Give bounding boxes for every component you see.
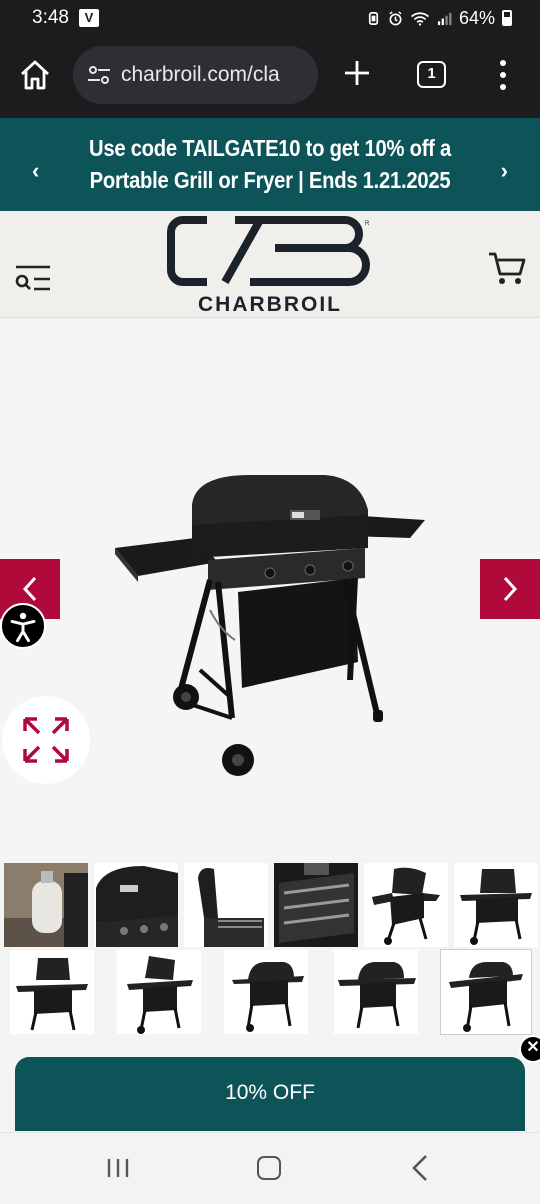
battery-percent: 64% bbox=[458, 7, 495, 28]
signal-icon bbox=[437, 12, 452, 25]
gallery-thumbnail[interactable] bbox=[364, 863, 448, 947]
menu-search-icon[interactable] bbox=[14, 262, 52, 294]
wifi-icon bbox=[410, 11, 429, 26]
gallery-thumbnail[interactable] bbox=[454, 863, 538, 947]
grill-open-angle-thumbnail bbox=[364, 863, 448, 947]
app-notification-icon: V bbox=[78, 9, 99, 27]
gallery-thumbnail[interactable] bbox=[334, 950, 418, 1034]
gallery-thumbnail[interactable] bbox=[10, 950, 94, 1034]
vibrate-icon bbox=[368, 11, 379, 25]
chevron-left-icon bbox=[22, 576, 37, 602]
promo-text: Use code TAILGATE10 to get 10% off a Por… bbox=[88, 135, 452, 193]
charbroil-logo[interactable]: R CHARBROIL bbox=[165, 215, 375, 315]
gallery-thumbnail-active[interactable] bbox=[440, 949, 532, 1035]
gallery-thumbnail[interactable] bbox=[224, 950, 308, 1034]
alarm-icon bbox=[389, 10, 402, 25]
browser-toolbar: charbroil.com/cla 1 bbox=[0, 36, 540, 118]
grill-open-lid-thumbnail bbox=[184, 863, 268, 947]
grill-front-open-thumbnail bbox=[454, 863, 538, 947]
url-text: charbroil.com/cla bbox=[121, 63, 280, 86]
status-bar: 3:48 V 64% bbox=[0, 0, 540, 36]
gallery-thumbnail[interactable] bbox=[117, 950, 201, 1034]
new-tab-icon[interactable] bbox=[342, 58, 372, 88]
promo-next-button[interactable]: › bbox=[501, 158, 508, 184]
accessibility-icon[interactable] bbox=[0, 603, 46, 649]
gallery-thumbnail[interactable] bbox=[184, 863, 268, 947]
status-indicators: 64% bbox=[366, 8, 512, 29]
battery-icon bbox=[502, 10, 512, 26]
promo-prev-button[interactable]: ‹ bbox=[32, 158, 39, 184]
tab-switcher-button[interactable]: 1 bbox=[417, 61, 446, 88]
chevron-right-icon bbox=[503, 576, 518, 602]
grill-closeup-thumbnail bbox=[94, 863, 178, 947]
recent-apps-icon[interactable] bbox=[106, 1157, 130, 1179]
discount-popup-button[interactable]: 10% OFF bbox=[15, 1057, 525, 1131]
address-bar[interactable]: charbroil.com/cla bbox=[73, 46, 318, 104]
status-time: 3:48 bbox=[32, 7, 69, 28]
home-button[interactable] bbox=[257, 1156, 281, 1180]
cart-icon[interactable] bbox=[487, 250, 527, 286]
gallery-thumbnail[interactable] bbox=[274, 863, 358, 947]
grill-closed-thumbnail bbox=[224, 950, 308, 1034]
logo-wordmark: CHARBROIL bbox=[198, 293, 342, 315]
site-settings-icon[interactable] bbox=[87, 65, 111, 85]
back-icon[interactable] bbox=[410, 1154, 430, 1182]
gallery-thumbnail[interactable] bbox=[4, 863, 88, 947]
svg-text:R: R bbox=[365, 221, 370, 227]
promo-banner[interactable]: Use code TAILGATE10 to get 10% off a Por… bbox=[0, 118, 540, 211]
gallery-next-button[interactable] bbox=[480, 559, 540, 619]
grill-closed-front-thumbnail bbox=[334, 950, 418, 1034]
home-icon[interactable] bbox=[18, 58, 52, 92]
burner-interior-thumbnail bbox=[274, 863, 358, 947]
gallery-thumbnail[interactable] bbox=[94, 863, 178, 947]
expand-icon bbox=[23, 717, 69, 763]
grill-side-open-thumbnail bbox=[117, 950, 201, 1034]
expand-image-button[interactable] bbox=[2, 696, 90, 784]
more-menu-icon[interactable] bbox=[496, 58, 510, 92]
close-discount-button[interactable]: ✕ bbox=[519, 1035, 540, 1063]
grill-closed-angle-thumbnail bbox=[441, 950, 531, 1034]
grill-front-thumbnail bbox=[10, 950, 94, 1034]
grill-product-image[interactable] bbox=[110, 470, 440, 790]
propane-tank-thumbnail bbox=[4, 863, 88, 947]
